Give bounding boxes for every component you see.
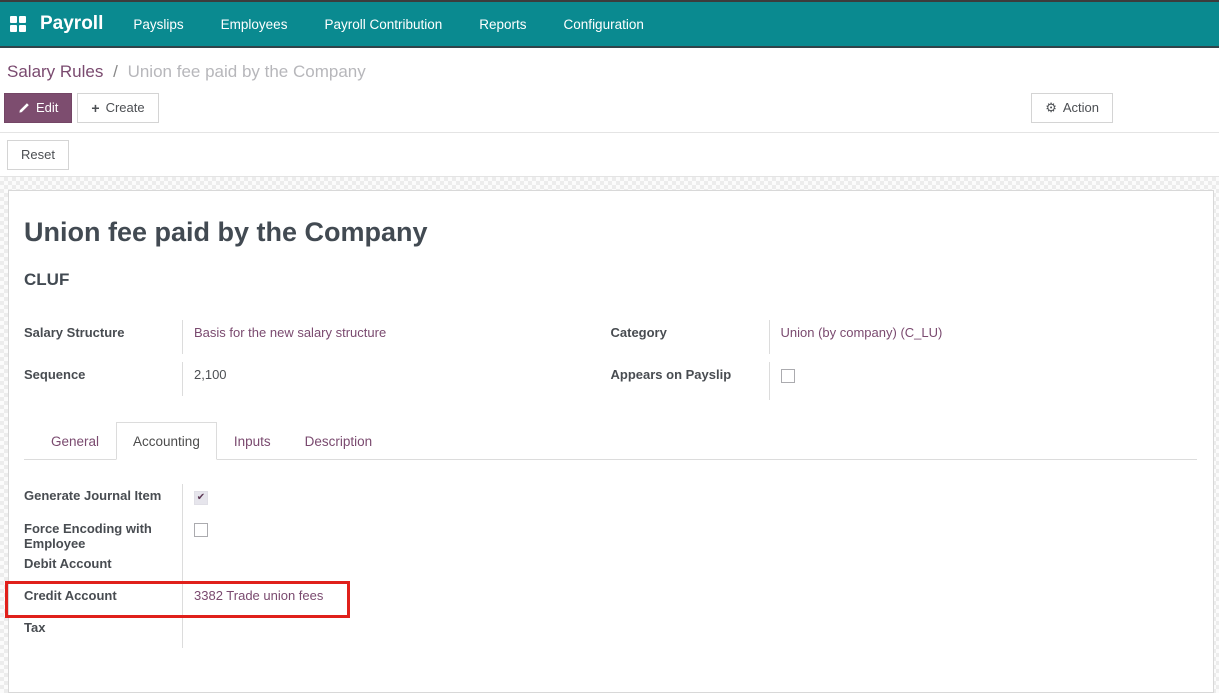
control-panel-buttons: Edit + Create ⚙ Action	[0, 87, 1219, 133]
breadcrumb: Salary Rules / Union fee paid by the Com…	[0, 48, 1219, 87]
credit-account-label: Credit Account	[24, 584, 182, 616]
pencil-icon	[18, 102, 30, 114]
salary-structure-label: Salary Structure	[24, 320, 182, 354]
main-menu: Payslips Employees Payroll Contribution …	[133, 17, 643, 32]
plus-icon: +	[91, 100, 99, 116]
edit-button[interactable]: Edit	[4, 93, 72, 123]
breadcrumb-current: Union fee paid by the Company	[128, 62, 366, 81]
tax-label: Tax	[24, 616, 182, 648]
accounting-tab-content: Generate Journal Item ✔ Force Encoding w…	[24, 460, 1197, 648]
notebook-tabs: General Accounting Inputs Description	[24, 422, 1197, 460]
field-tax: Tax	[24, 616, 1197, 648]
gear-icon: ⚙	[1045, 100, 1057, 116]
nav-item-reports[interactable]: Reports	[479, 17, 526, 32]
reset-row: Reset	[0, 133, 1219, 177]
force-encoding-checkbox[interactable]	[194, 523, 208, 537]
tab-accounting[interactable]: Accounting	[116, 422, 217, 460]
nav-item-payroll-contribution[interactable]: Payroll Contribution	[324, 17, 442, 32]
field-sequence: Sequence 2,100	[24, 362, 611, 396]
debit-account-value	[182, 552, 1197, 584]
generate-journal-item-label: Generate Journal Item	[24, 484, 182, 517]
field-appears-on-payslip: Appears on Payslip	[611, 362, 1198, 400]
salary-structure-value[interactable]: Basis for the new salary structure	[194, 325, 386, 340]
fields-right-column: Category Union (by company) (C_LU) Appea…	[611, 320, 1198, 408]
sequence-value: 2,100	[182, 362, 611, 396]
edit-button-label: Edit	[36, 100, 58, 116]
fields-left-column: Salary Structure Basis for the new salar…	[24, 320, 611, 408]
field-category: Category Union (by company) (C_LU)	[611, 320, 1198, 354]
create-button-label: Create	[106, 100, 145, 116]
create-button[interactable]: + Create	[77, 93, 158, 123]
field-salary-structure: Salary Structure Basis for the new salar…	[24, 320, 611, 354]
breadcrumb-separator: /	[113, 62, 118, 81]
action-button[interactable]: ⚙ Action	[1031, 93, 1113, 123]
tax-value	[182, 616, 1197, 648]
content-background: Union fee paid by the Company CLUF Salar…	[0, 177, 1219, 693]
action-button-label: Action	[1063, 100, 1099, 116]
nav-item-configuration[interactable]: Configuration	[564, 17, 644, 32]
record-title: Union fee paid by the Company	[24, 217, 1197, 248]
nav-item-employees[interactable]: Employees	[221, 17, 288, 32]
nav-item-payslips[interactable]: Payslips	[133, 17, 183, 32]
category-value[interactable]: Union (by company) (C_LU)	[781, 325, 943, 340]
record-code: CLUF	[24, 270, 1197, 290]
fields-grid: Salary Structure Basis for the new salar…	[24, 320, 1197, 408]
debit-account-label: Debit Account	[24, 552, 182, 584]
tab-general[interactable]: General	[34, 422, 116, 460]
generate-journal-item-checkbox[interactable]: ✔	[194, 491, 208, 505]
tab-description[interactable]: Description	[288, 422, 390, 460]
force-encoding-label: Force Encoding with Employee	[24, 517, 182, 552]
apps-grid-icon[interactable]	[10, 16, 26, 32]
field-debit-account: Debit Account	[24, 552, 1197, 584]
category-label: Category	[611, 320, 769, 354]
top-navbar: Payroll Payslips Employees Payroll Contr…	[0, 0, 1219, 48]
appears-on-payslip-checkbox[interactable]	[781, 369, 795, 383]
breadcrumb-parent[interactable]: Salary Rules	[7, 62, 103, 81]
field-generate-journal-item: Generate Journal Item ✔	[24, 484, 1197, 517]
tab-inputs[interactable]: Inputs	[217, 422, 288, 460]
field-credit-account: Credit Account 3382 Trade union fees	[24, 584, 1197, 616]
form-sheet: Union fee paid by the Company CLUF Salar…	[8, 190, 1214, 693]
credit-account-value[interactable]: 3382 Trade union fees	[194, 588, 323, 603]
field-force-encoding: Force Encoding with Employee	[24, 517, 1197, 552]
sequence-label: Sequence	[24, 362, 182, 396]
app-name[interactable]: Payroll	[40, 13, 103, 35]
appears-on-payslip-label: Appears on Payslip	[611, 362, 769, 400]
reset-button[interactable]: Reset	[7, 140, 69, 170]
